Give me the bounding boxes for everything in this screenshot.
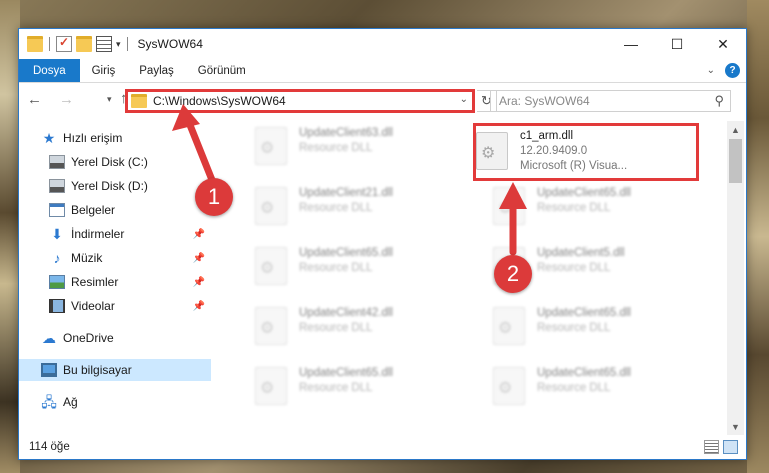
arrow-2-head — [499, 182, 527, 209]
step-2-badge: 2 — [494, 255, 532, 293]
arrow-1-shaft — [184, 116, 216, 184]
annotation-arrows — [172, 104, 527, 256]
arrow-1-head — [172, 104, 200, 131]
step-1-badge: 1 — [195, 178, 233, 216]
